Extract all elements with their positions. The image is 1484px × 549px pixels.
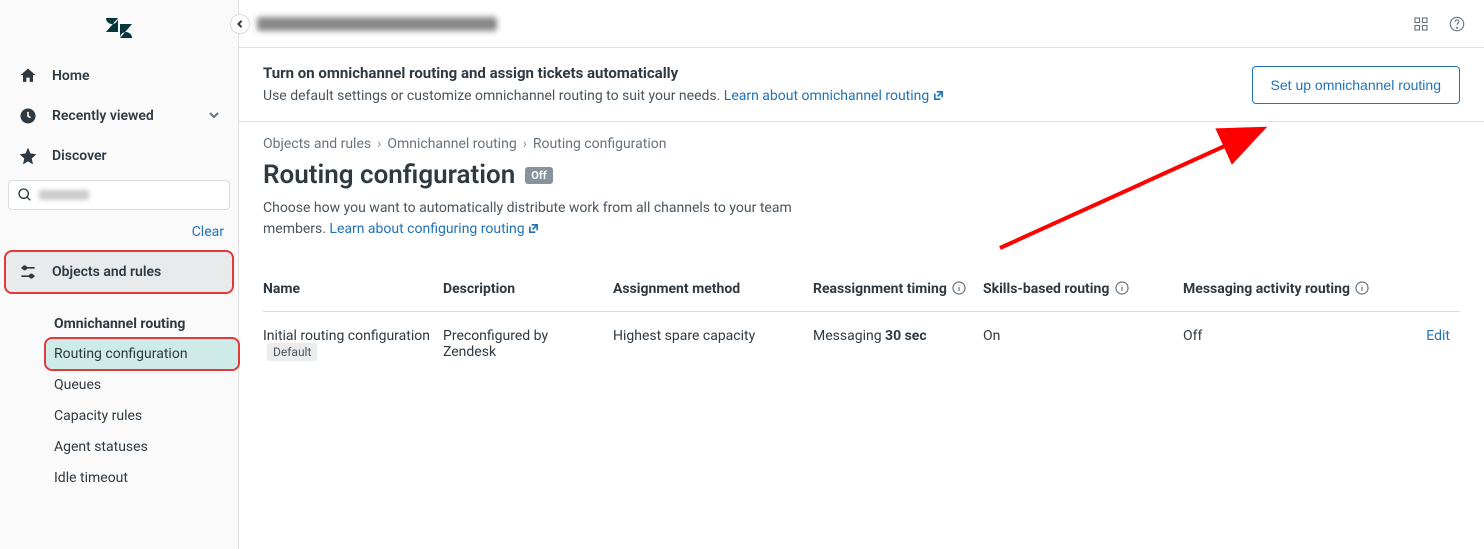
subnav-routing-configuration[interactable]: Routing configuration: [46, 339, 238, 369]
nav-home-label: Home: [52, 68, 90, 84]
apps-icon[interactable]: [1412, 15, 1430, 33]
star-icon: [18, 146, 38, 166]
zendesk-logo: [0, 0, 238, 56]
page-title: Routing configuration: [263, 160, 515, 190]
cell-skills: On: [983, 312, 1183, 361]
clock-icon: [18, 106, 38, 126]
page-learn-link[interactable]: Learn about configuring routing: [329, 221, 539, 237]
banner-learn-link[interactable]: Learn about omnichannel routing: [724, 88, 944, 104]
sidebar-section-objects-and-rules[interactable]: Objects and rules: [6, 252, 232, 292]
clear-search-link[interactable]: Clear: [192, 224, 224, 240]
external-link-icon: [933, 89, 944, 105]
info-icon[interactable]: [952, 281, 966, 295]
status-badge: Off: [525, 167, 552, 184]
breadcrumb-item[interactable]: Objects and rules: [263, 136, 371, 152]
nav-discover-label: Discover: [52, 148, 107, 164]
edit-link[interactable]: Edit: [1393, 312, 1460, 361]
breadcrumb: Objects and rules›Omnichannel routing›Ro…: [263, 136, 1460, 152]
subnav-heading: Omnichannel routing: [54, 302, 238, 338]
sliders-icon: [18, 262, 38, 282]
th-assignment: Assignment method: [613, 281, 813, 312]
subnav-idle-timeout[interactable]: Idle timeout: [46, 463, 238, 493]
page-desc: Choose how you want to automatically dis…: [263, 198, 823, 241]
th-reassignment: Reassignment timing: [813, 281, 983, 312]
subnav-agent-statuses[interactable]: Agent statuses: [46, 432, 238, 462]
th-activity: Messaging activity routing: [1183, 281, 1393, 312]
table-row: Initial routing configuration Default Pr…: [263, 312, 1460, 361]
subnav-capacity-rules[interactable]: Capacity rules: [46, 401, 238, 431]
sidebar-section-label: Objects and rules: [52, 264, 161, 280]
external-link-icon: [528, 220, 539, 241]
cell-assignment: Highest spare capacity: [613, 312, 813, 361]
home-icon: [18, 66, 38, 86]
topbar-context-blur: [257, 17, 497, 31]
th-description: Description: [443, 281, 613, 312]
banner-title: Turn on omnichannel routing and assign t…: [263, 64, 944, 82]
breadcrumb-item: Routing configuration: [533, 136, 667, 152]
nav-discover[interactable]: Discover: [0, 136, 238, 176]
banner-desc: Use default settings or customize omnich…: [263, 88, 944, 105]
search-input[interactable]: [8, 180, 230, 210]
cell-reassignment: Messaging 30 sec: [813, 312, 983, 361]
cell-description: Preconfigured by Zendesk: [443, 312, 613, 361]
search-placeholder-blur: [39, 190, 89, 200]
chevron-down-icon: [208, 109, 220, 124]
help-icon[interactable]: [1448, 15, 1466, 33]
subnav-queues[interactable]: Queues: [46, 370, 238, 400]
nav-recently-viewed[interactable]: Recently viewed: [0, 96, 238, 136]
th-actions: [1393, 281, 1460, 312]
nav-home[interactable]: Home: [0, 56, 238, 96]
cell-name: Initial routing configuration Default: [263, 312, 443, 361]
routing-table: Name Description Assignment method Reass…: [263, 281, 1460, 360]
nav-recent-label: Recently viewed: [52, 108, 154, 124]
cell-activity: Off: [1183, 312, 1393, 361]
breadcrumb-item[interactable]: Omnichannel routing: [387, 136, 516, 152]
th-skills: Skills-based routing: [983, 281, 1183, 312]
default-badge: Default: [267, 343, 317, 361]
info-icon[interactable]: [1355, 281, 1369, 295]
th-name: Name: [263, 281, 443, 312]
info-icon[interactable]: [1115, 281, 1129, 295]
search-icon: [17, 187, 33, 203]
setup-omnichannel-button[interactable]: Set up omnichannel routing: [1252, 66, 1460, 104]
